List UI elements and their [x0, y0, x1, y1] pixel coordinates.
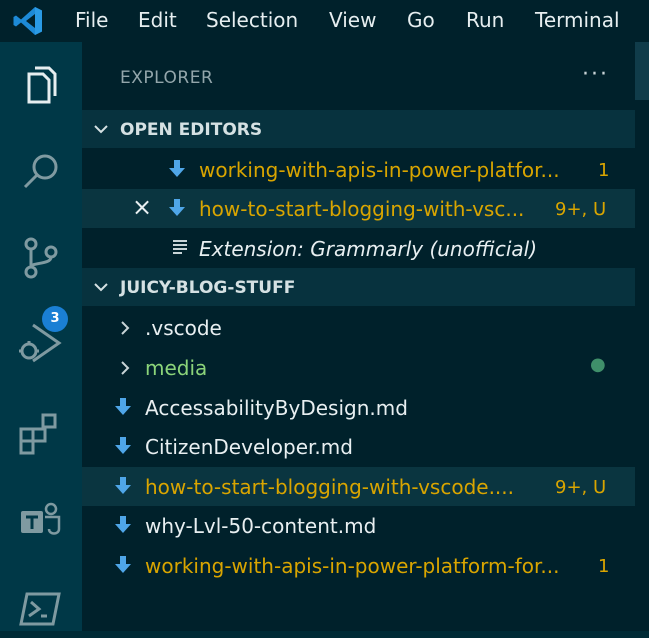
- file-item[interactable]: how-to-start-blogging-with-vscode.... 9+…: [82, 467, 635, 506]
- scrollbar-thumb[interactable]: [635, 42, 649, 100]
- activity-bar: 3: [0, 42, 82, 631]
- vscode-logo-icon[interactable]: [12, 6, 44, 36]
- download-arrow-icon: [115, 516, 131, 533]
- close-editor-icon[interactable]: ×: [132, 193, 152, 221]
- chevron-right-icon: [121, 321, 130, 335]
- sidebar-scrollbar[interactable]: [635, 42, 649, 631]
- open-editor-item[interactable]: working-with-apis-in-power-platfor... 1: [82, 150, 635, 189]
- untracked-dot-icon: ●: [590, 354, 606, 375]
- problem-count-badge: 1: [598, 556, 610, 577]
- download-arrow-icon: [115, 556, 131, 573]
- workspace-folder-label: JUICY-BLOG-STUFF: [120, 278, 296, 298]
- more-actions-icon[interactable]: ···: [582, 62, 609, 87]
- teams-icon[interactable]: [15, 495, 67, 547]
- menu-run[interactable]: Run: [466, 8, 504, 32]
- explorer-icon[interactable]: [15, 62, 67, 114]
- download-arrow-icon: [169, 160, 185, 177]
- problem-count-badge: 1: [598, 160, 610, 181]
- download-arrow-icon: [169, 199, 185, 216]
- problem-count-badge: 9+, U: [555, 199, 607, 220]
- source-control-icon[interactable]: [15, 232, 67, 284]
- extensions-icon[interactable]: [15, 407, 67, 459]
- file-name: AccessabilityByDesign.md: [145, 396, 408, 420]
- folder-name: media: [145, 356, 208, 380]
- file-item[interactable]: CitizenDeveloper.md: [82, 427, 635, 466]
- folder-item[interactable]: media ●: [82, 348, 635, 387]
- open-editors-header[interactable]: OPEN EDITORS: [82, 110, 635, 148]
- download-arrow-icon: [115, 398, 131, 415]
- chevron-down-icon: [94, 283, 108, 292]
- workspace-folder-header[interactable]: JUICY-BLOG-STUFF: [82, 268, 635, 306]
- file-item[interactable]: why-Lvl-50-content.md: [82, 506, 635, 545]
- list-icon: [173, 240, 187, 254]
- menu-file[interactable]: File: [75, 8, 108, 32]
- file-name: how-to-start-blogging-with-vscode....: [145, 475, 515, 499]
- download-arrow-icon: [115, 477, 131, 494]
- problem-count-badge: 9+, U: [555, 477, 607, 498]
- download-arrow-icon: [115, 437, 131, 454]
- menu-go[interactable]: Go: [407, 8, 435, 32]
- open-editor-name: Extension: Grammarly (unofficial): [199, 237, 537, 261]
- chevron-down-icon: [94, 125, 108, 134]
- file-item[interactable]: working-with-apis-in-power-platform-for.…: [82, 546, 635, 585]
- folder-name: .vscode: [145, 316, 222, 340]
- menu-terminal[interactable]: Terminal: [535, 8, 620, 32]
- open-editor-item[interactable]: Extension: Grammarly (unofficial): [82, 229, 635, 268]
- file-name: working-with-apis-in-power-platform-for.…: [145, 554, 560, 578]
- menu-bar: File Edit Selection View Go Run Terminal: [0, 0, 649, 42]
- chevron-right-icon: [121, 361, 130, 375]
- file-name: CitizenDeveloper.md: [145, 435, 353, 459]
- file-name: why-Lvl-50-content.md: [145, 514, 377, 538]
- menu-selection[interactable]: Selection: [206, 8, 298, 32]
- open-editor-name: how-to-start-blogging-with-vsc...: [199, 197, 525, 221]
- menu-view[interactable]: View: [329, 8, 376, 32]
- open-editors-label: OPEN EDITORS: [120, 120, 263, 140]
- menu-edit[interactable]: Edit: [138, 8, 177, 32]
- open-editor-item[interactable]: × how-to-start-blogging-with-vsc... 9+, …: [82, 189, 635, 228]
- folder-item[interactable]: .vscode: [82, 308, 635, 347]
- open-editor-name: working-with-apis-in-power-platfor...: [199, 158, 560, 182]
- search-icon[interactable]: [15, 147, 67, 199]
- file-item[interactable]: AccessabilityByDesign.md: [82, 388, 635, 427]
- run-debug-icon[interactable]: [15, 317, 67, 369]
- explorer-title: EXPLORER: [120, 68, 214, 88]
- powershell-icon[interactable]: [15, 582, 67, 634]
